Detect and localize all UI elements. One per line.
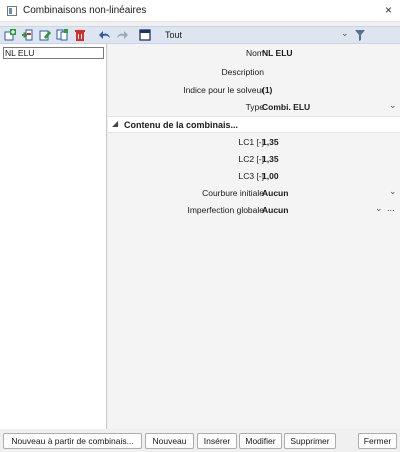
imperfection-value[interactable]: Aucun	[262, 205, 288, 215]
lc3-value[interactable]: 1,00	[262, 171, 279, 181]
curvature-value[interactable]: Aucun	[262, 188, 288, 198]
new-from-combination-button[interactable]: Nouveau à partir de combinais...	[3, 433, 142, 449]
delete-icon[interactable]	[74, 29, 86, 41]
lc3-label: LC3 [-]	[238, 171, 264, 181]
insert-button[interactable]: Insérer	[197, 433, 237, 449]
new-icon[interactable]	[4, 29, 16, 41]
solver-index-value: (1)	[262, 85, 273, 95]
type-row: Type Combi. ELU ⌄	[108, 98, 400, 115]
list-item[interactable]: NL ELU	[3, 47, 104, 59]
curvature-row: Courbure initiale Aucun ⌄	[108, 184, 400, 201]
lc1-label: LC1 [-]	[238, 137, 264, 147]
chevron-down-icon[interactable]: ⌄	[341, 28, 349, 39]
properties-panel: Nom NL ELU Description Indice pour le so…	[108, 44, 400, 429]
collapse-icon[interactable]: ◢	[112, 119, 118, 128]
undo-icon[interactable]	[99, 29, 111, 41]
insert-icon[interactable]	[21, 29, 33, 41]
chevron-down-icon[interactable]: ⌄	[375, 203, 383, 214]
more-button[interactable]: ...	[387, 203, 395, 213]
solver-index-label: Indice pour le solveur	[183, 85, 264, 95]
chevron-down-icon[interactable]: ⌄	[389, 186, 397, 197]
filter-dropdown[interactable]: Tout	[165, 30, 182, 40]
redo-icon[interactable]	[116, 29, 128, 41]
chevron-down-icon[interactable]: ⌄	[389, 100, 397, 111]
lc2-row: LC2 [-] 1,35	[108, 150, 400, 167]
name-row: Nom NL ELU	[108, 44, 400, 61]
window-title: Combinaisons non-linéaires	[23, 5, 147, 16]
combination-list: NL ELU	[0, 44, 107, 429]
delete-button[interactable]: Supprimer	[284, 433, 336, 449]
description-label: Description	[221, 67, 264, 77]
funnel-icon[interactable]	[355, 30, 365, 43]
app-icon	[7, 6, 17, 16]
type-value[interactable]: Combi. ELU	[262, 102, 310, 112]
lc2-value[interactable]: 1,35	[262, 154, 279, 164]
lc1-value[interactable]: 1,35	[262, 137, 279, 147]
edit-icon[interactable]	[39, 29, 51, 41]
close-button[interactable]: ×	[385, 3, 392, 17]
imperfection-row: Imperfection globale Aucun ⌄ ...	[108, 201, 400, 218]
toolbar: Tout ⌄	[0, 26, 400, 44]
button-bar: Nouveau à partir de combinais... Nouveau…	[0, 429, 400, 452]
new-button[interactable]: Nouveau	[145, 433, 194, 449]
copy-icon[interactable]	[56, 29, 68, 41]
section-title: Contenu de la combinais...	[124, 120, 239, 130]
close-dialog-button[interactable]: Fermer	[358, 433, 397, 449]
section-header[interactable]: ◢ Contenu de la combinais...	[108, 116, 400, 133]
table-icon[interactable]	[139, 29, 151, 41]
curvature-label: Courbure initiale	[202, 188, 264, 198]
lc2-label: LC2 [-]	[238, 154, 264, 164]
description-row: Description	[108, 63, 400, 80]
imperfection-label: Imperfection globale	[187, 205, 264, 215]
lc1-row: LC1 [-] 1,35	[108, 133, 400, 150]
modify-button[interactable]: Modifier	[239, 433, 282, 449]
name-value[interactable]: NL ELU	[262, 48, 293, 58]
solver-index-row: Indice pour le solveur (1)	[108, 81, 400, 98]
lc3-row: LC3 [-] 1,00	[108, 167, 400, 184]
title-bar: Combinaisons non-linéaires ×	[0, 0, 400, 22]
